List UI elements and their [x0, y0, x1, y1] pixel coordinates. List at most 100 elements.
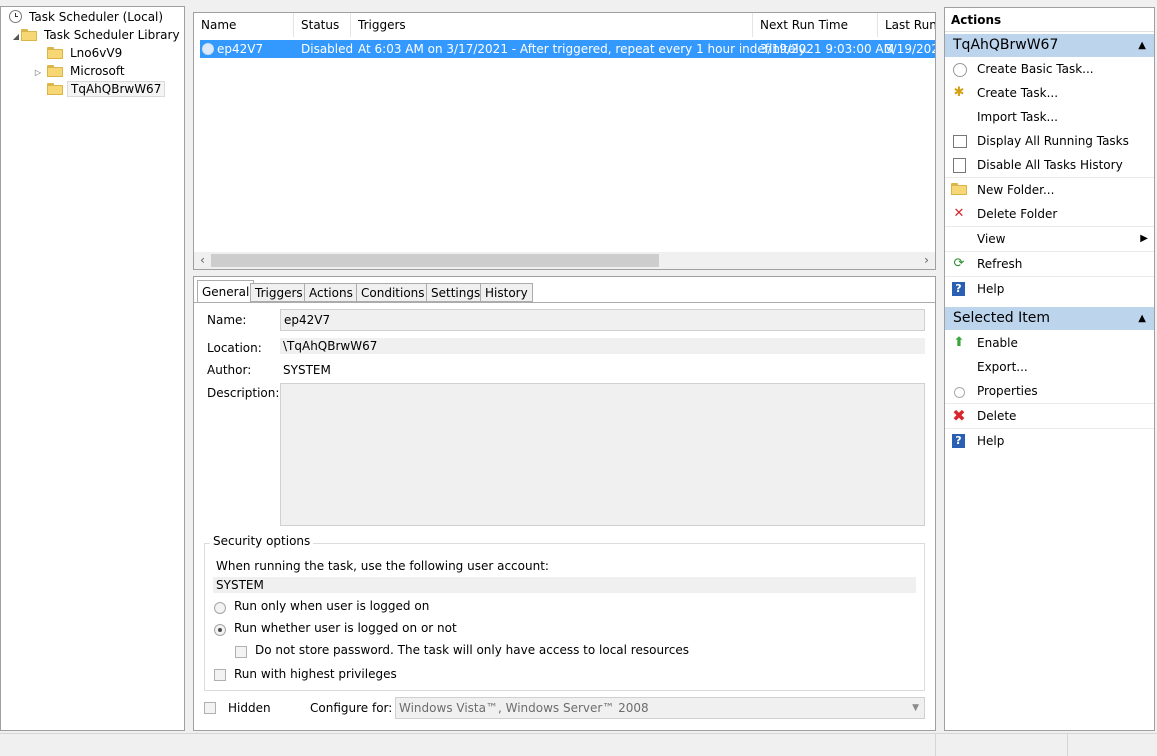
column-header-next-run-time[interactable]: Next Run Time	[753, 13, 878, 37]
scrollbar-thumb[interactable]	[211, 254, 659, 267]
description-field[interactable]	[280, 383, 925, 526]
task-properties-pane: General Triggers Actions Conditions Sett…	[193, 276, 936, 731]
folder-section-header[interactable]: TqAhQBrwW67 ▲	[945, 34, 1154, 57]
properties-icon	[954, 387, 965, 398]
column-header-last-run[interactable]: Last Run	[878, 13, 935, 37]
refresh-icon: ⟳	[953, 256, 965, 271]
configure-for-dropdown[interactable]: Windows Vista™, Windows Server™ 2008 ▼	[395, 697, 925, 719]
selected-item-section-title: Selected Item	[953, 310, 1051, 326]
configure-for-label: Configure for:	[310, 701, 393, 715]
create-task-action[interactable]: ✱ Create Task...	[945, 81, 1154, 105]
import-task-action[interactable]: Import Task...	[945, 105, 1154, 129]
security-options-title: Security options	[210, 534, 314, 548]
chevron-down-icon: ▼	[912, 703, 919, 713]
navigation-tree: Task Scheduler (Local) ◢ Task Scheduler L…	[0, 6, 185, 731]
collapse-icon[interactable]: ▲	[1138, 307, 1146, 330]
do-not-store-password-label[interactable]: Do not store password. The task will onl…	[255, 643, 689, 657]
configure-for-value: Windows Vista™, Windows Server™ 2008	[399, 701, 649, 715]
task-list: Name Status Triggers Next Run Time Last …	[193, 12, 936, 270]
enable-arrow-icon: ⬆	[953, 335, 965, 350]
tab-divider	[194, 302, 935, 303]
collapse-icon[interactable]: ▲	[1138, 34, 1146, 57]
collapsed-arrow-icon[interactable]: ▷	[33, 64, 43, 81]
tree-item-lno6vv9[interactable]: Lno6vV9	[47, 45, 125, 62]
tree-item-tqahqbrww67[interactable]: TqAhQBrwW67	[47, 81, 166, 98]
task-scheduler-icon	[9, 10, 22, 23]
tab-history[interactable]: History	[480, 283, 533, 302]
help-action[interactable]: ? Help	[945, 277, 1154, 301]
task-status: Disabled	[301, 42, 354, 56]
display-running-tasks-action[interactable]: Display All Running Tasks	[945, 129, 1154, 153]
location-label: Location:	[207, 341, 262, 355]
refresh-action[interactable]: ⟳ Refresh	[945, 252, 1154, 277]
table-row[interactable]: ep42V7 Disabled At 6:03 AM on 3/17/2021 …	[200, 40, 935, 58]
export-action[interactable]: Export...	[945, 355, 1154, 379]
folder-section-title: TqAhQBrwW67	[953, 37, 1059, 53]
horizontal-scrollbar[interactable]: ‹ ›	[194, 252, 935, 269]
delete-icon: ✖	[952, 406, 966, 425]
run-when-logged-on-radio[interactable]	[214, 602, 226, 614]
tab-actions[interactable]: Actions	[304, 283, 358, 302]
column-header-triggers[interactable]: Triggers	[351, 13, 753, 37]
properties-action[interactable]: Properties	[945, 379, 1154, 404]
basic-task-wizard-icon	[953, 63, 967, 77]
actions-pane: Actions TqAhQBrwW67 ▲ Create Basic Task.…	[944, 7, 1155, 731]
do-not-store-password-checkbox[interactable]	[235, 646, 247, 658]
hidden-label[interactable]: Hidden	[228, 701, 271, 715]
new-folder-action[interactable]: New Folder...	[945, 178, 1154, 202]
tree-item-root[interactable]: Task Scheduler (Local)	[9, 9, 166, 26]
delete-action[interactable]: ✖ Delete	[945, 404, 1154, 429]
new-folder-icon	[951, 182, 967, 198]
create-task-icon: ✱	[953, 85, 965, 100]
status-divider	[935, 734, 936, 756]
tab-settings[interactable]: Settings	[426, 283, 486, 302]
name-label: Name:	[207, 313, 247, 327]
delete-icon: ✕	[953, 206, 965, 221]
enable-action[interactable]: ⬆ Enable	[945, 331, 1154, 355]
tab-general[interactable]: General	[197, 280, 255, 303]
task-last-run: 3/19/2021	[885, 42, 935, 56]
help-icon: ?	[952, 434, 965, 448]
tree-item-microsoft[interactable]: ▷ Microsoft	[33, 63, 128, 80]
author-label: Author:	[207, 363, 252, 377]
user-account-value: SYSTEM	[213, 577, 916, 593]
actions-title: Actions	[945, 8, 1154, 32]
view-action[interactable]: View ▶	[945, 227, 1154, 252]
run-highest-privileges-label[interactable]: Run with highest privileges	[234, 667, 397, 681]
account-prompt: When running the task, use the following…	[216, 559, 549, 573]
run-whether-logged-on-radio[interactable]	[214, 624, 226, 636]
help-icon: ?	[952, 282, 965, 296]
disable-tasks-history-action[interactable]: Disable All Tasks History	[945, 153, 1154, 178]
tab-conditions[interactable]: Conditions	[356, 283, 430, 302]
hidden-checkbox[interactable]	[204, 702, 216, 714]
folder-icon	[47, 65, 63, 77]
location-value: \TqAhQBrwW67	[280, 338, 925, 354]
run-highest-privileges-checkbox[interactable]	[214, 669, 226, 681]
column-header-name[interactable]: Name	[194, 13, 294, 37]
name-field[interactable]: ep42V7	[280, 309, 925, 331]
status-bar	[0, 733, 1157, 756]
folder-icon	[47, 47, 63, 59]
column-header-status[interactable]: Status	[294, 13, 351, 37]
status-divider	[1067, 734, 1068, 756]
tab-triggers[interactable]: Triggers	[250, 283, 308, 302]
expanded-arrow-icon[interactable]: ◢	[11, 28, 21, 45]
task-triggers: At 6:03 AM on 3/17/2021 - After triggere…	[358, 42, 808, 56]
scroll-right-icon[interactable]: ›	[918, 252, 935, 269]
selected-item-section-header[interactable]: Selected Item ▲	[945, 307, 1154, 330]
tree-item-library[interactable]: ◢ Task Scheduler Library	[11, 27, 183, 44]
task-clock-icon	[202, 43, 214, 55]
library-folder-icon	[21, 29, 37, 41]
run-whether-logged-on-label[interactable]: Run whether user is logged on or not	[234, 621, 457, 635]
submenu-arrow-icon: ▶	[1140, 233, 1148, 244]
delete-folder-action[interactable]: ✕ Delete Folder	[945, 202, 1154, 227]
description-label: Description:	[207, 386, 280, 400]
help-selected-action[interactable]: ? Help	[945, 429, 1154, 453]
running-tasks-icon	[953, 135, 967, 148]
run-when-logged-on-label[interactable]: Run only when user is logged on	[234, 599, 429, 613]
create-basic-task-action[interactable]: Create Basic Task...	[945, 57, 1154, 81]
scroll-left-icon[interactable]: ‹	[194, 252, 211, 269]
folder-icon	[47, 83, 63, 95]
author-value: SYSTEM	[283, 363, 331, 377]
task-name: ep42V7	[217, 42, 264, 56]
